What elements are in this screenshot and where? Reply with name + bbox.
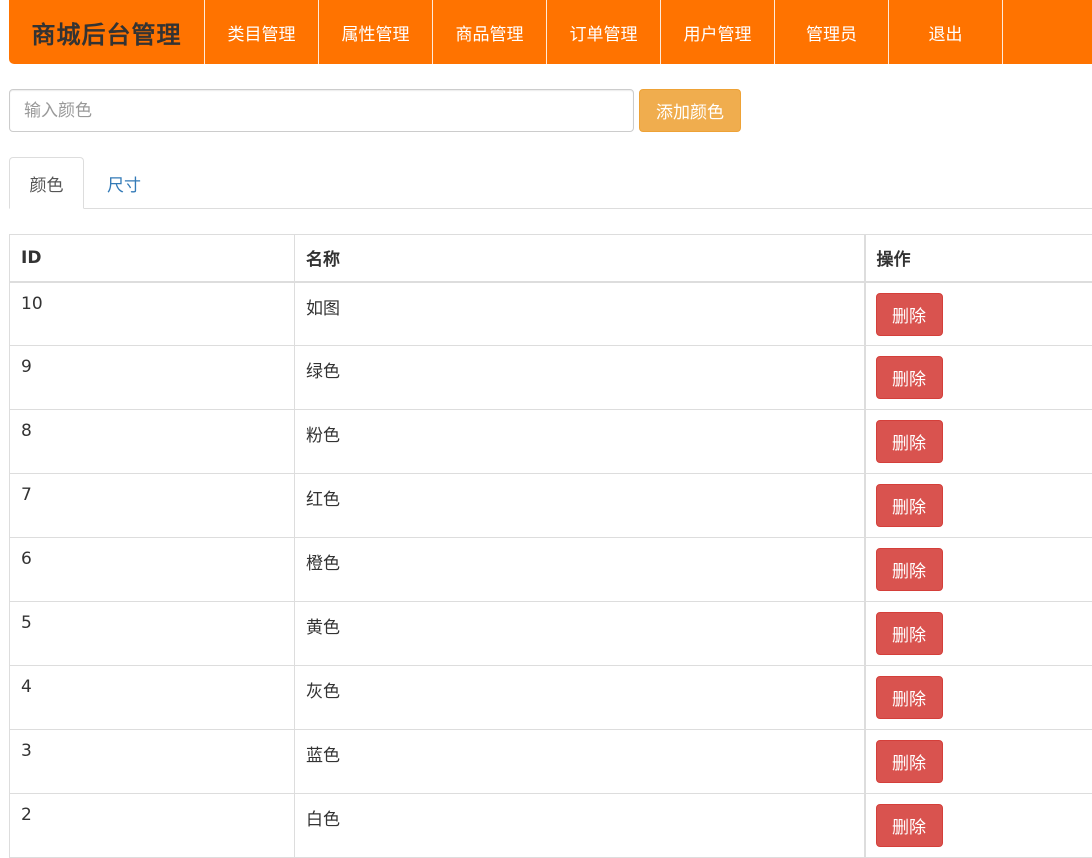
cell-id: 2 bbox=[9, 793, 295, 858]
table-row: 2 白色 删除 bbox=[9, 793, 1092, 858]
table-row: 5 黄色 删除 bbox=[9, 601, 1092, 666]
header-name: 名称 bbox=[294, 234, 865, 283]
cell-operation: 删除 bbox=[863, 537, 1092, 602]
cell-name: 橙色 bbox=[294, 537, 865, 602]
cell-id: 7 bbox=[9, 473, 295, 538]
color-table: ID 名称 操作 10 如图 删除 9 绿色 删除 8 粉色 删除 7 红色 删… bbox=[9, 234, 1092, 858]
cell-name: 蓝色 bbox=[294, 729, 865, 794]
header-operation: 操作 bbox=[863, 234, 1092, 283]
delete-button[interactable]: 删除 bbox=[875, 548, 943, 591]
nav-item-attribute[interactable]: 属性管理 bbox=[319, 0, 433, 64]
cell-name: 粉色 bbox=[294, 409, 865, 474]
cell-name: 红色 bbox=[294, 473, 865, 538]
table-row: 9 绿色 删除 bbox=[9, 345, 1092, 410]
table-row: 3 蓝色 删除 bbox=[9, 729, 1092, 794]
delete-button[interactable]: 删除 bbox=[875, 612, 943, 655]
cell-name: 黄色 bbox=[294, 601, 865, 666]
delete-button[interactable]: 删除 bbox=[875, 356, 943, 399]
color-name-input[interactable] bbox=[9, 89, 634, 132]
nav-item-product[interactable]: 商品管理 bbox=[433, 0, 547, 64]
delete-button[interactable]: 删除 bbox=[875, 420, 943, 463]
cell-id: 5 bbox=[9, 601, 295, 666]
cell-operation: 删除 bbox=[863, 345, 1092, 410]
table-row: 6 橙色 删除 bbox=[9, 537, 1092, 602]
cell-id: 6 bbox=[9, 537, 295, 602]
nav-item-user[interactable]: 用户管理 bbox=[661, 0, 775, 64]
cell-name: 如图 bbox=[294, 281, 865, 346]
brand-title[interactable]: 商城后台管理 bbox=[9, 0, 205, 64]
table-row: 8 粉色 删除 bbox=[9, 409, 1092, 474]
color-table-container: ID 名称 操作 10 如图 删除 9 绿色 删除 8 粉色 删除 7 红色 删… bbox=[9, 234, 1092, 858]
add-color-button[interactable]: 添加颜色 bbox=[639, 89, 741, 132]
cell-id: 8 bbox=[9, 409, 295, 474]
tab-color[interactable]: 颜色 bbox=[9, 157, 84, 209]
nav-item-admin[interactable]: 管理员 bbox=[775, 0, 889, 64]
cell-operation: 删除 bbox=[863, 473, 1092, 538]
table-row: 4 灰色 删除 bbox=[9, 665, 1092, 730]
delete-button[interactable]: 删除 bbox=[875, 292, 943, 336]
cell-id: 10 bbox=[9, 281, 295, 346]
nav-item-order[interactable]: 订单管理 bbox=[547, 0, 661, 64]
table-row: 7 红色 删除 bbox=[9, 473, 1092, 538]
cell-id: 4 bbox=[9, 665, 295, 730]
delete-button[interactable]: 删除 bbox=[875, 804, 943, 847]
header-id: ID bbox=[9, 234, 295, 283]
nav-item-category[interactable]: 类目管理 bbox=[205, 0, 319, 64]
top-navbar: 商城后台管理 类目管理 属性管理 商品管理 订单管理 用户管理 管理员 退出 bbox=[9, 0, 1092, 64]
cell-name: 白色 bbox=[294, 793, 865, 858]
cell-operation: 删除 bbox=[863, 601, 1092, 666]
cell-id: 3 bbox=[9, 729, 295, 794]
cell-operation: 删除 bbox=[863, 281, 1092, 346]
table-row: 10 如图 删除 bbox=[9, 281, 1092, 346]
cell-operation: 删除 bbox=[863, 729, 1092, 794]
cell-operation: 删除 bbox=[863, 793, 1092, 858]
cell-name: 绿色 bbox=[294, 345, 865, 410]
delete-button[interactable]: 删除 bbox=[875, 676, 943, 719]
delete-button[interactable]: 删除 bbox=[875, 484, 943, 527]
cell-operation: 删除 bbox=[863, 409, 1092, 474]
table-header-row: ID 名称 操作 bbox=[9, 234, 1092, 283]
tab-size[interactable]: 尺寸 bbox=[89, 157, 159, 209]
attribute-tabs: 颜色 尺寸 bbox=[9, 157, 1092, 209]
cell-id: 9 bbox=[9, 345, 295, 410]
cell-name: 灰色 bbox=[294, 665, 865, 730]
delete-button[interactable]: 删除 bbox=[875, 740, 943, 783]
cell-operation: 删除 bbox=[863, 665, 1092, 730]
nav-item-logout[interactable]: 退出 bbox=[889, 0, 1003, 64]
